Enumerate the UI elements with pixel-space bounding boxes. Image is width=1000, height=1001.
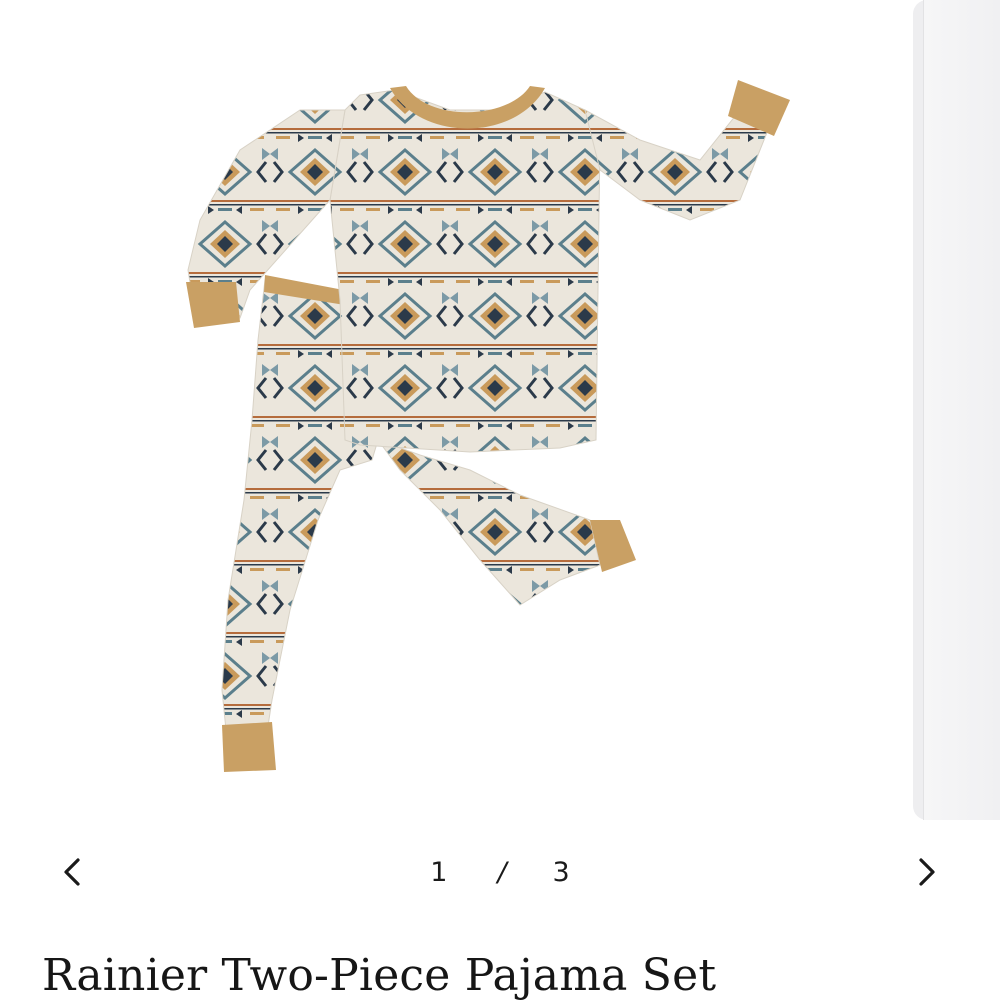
next-image-button[interactable] xyxy=(905,850,949,894)
chevron-right-icon xyxy=(919,858,935,886)
counter-separator: / xyxy=(497,856,507,888)
pajama-set-image xyxy=(186,80,790,772)
previous-image-button[interactable] xyxy=(50,850,94,894)
chevron-left-icon xyxy=(64,858,80,886)
next-image-preview-inner xyxy=(923,0,1000,820)
current-image-number: 1 xyxy=(430,856,448,888)
image-counter: 1 / 3 xyxy=(400,852,600,892)
product-image-carousel[interactable] xyxy=(0,0,1000,830)
product-title: Rainier Two-Piece Pajama Set xyxy=(42,950,717,1001)
product-image-slide[interactable] xyxy=(0,0,905,830)
next-image-preview[interactable] xyxy=(913,0,1000,820)
total-image-count: 3 xyxy=(552,856,570,888)
